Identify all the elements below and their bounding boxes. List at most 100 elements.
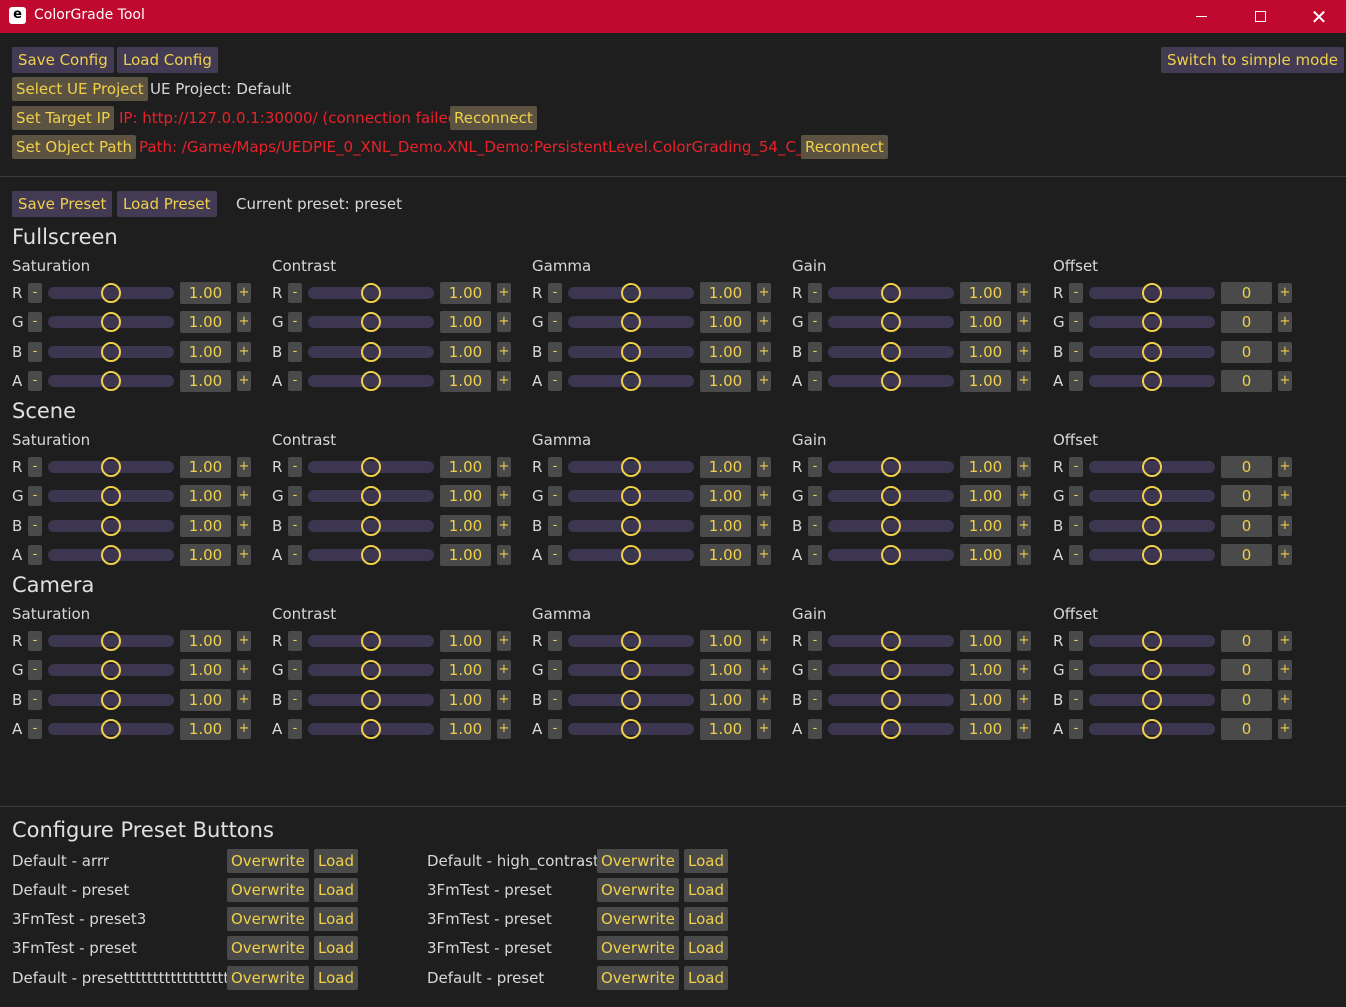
overwrite-preset-button[interactable]: Overwrite bbox=[227, 966, 309, 990]
value-field[interactable]: 1.00 bbox=[440, 717, 491, 740]
value-field[interactable]: 0 bbox=[1221, 630, 1272, 652]
decrement-button[interactable]: - bbox=[28, 312, 42, 333]
slider-handle[interactable] bbox=[101, 370, 121, 391]
value-field[interactable]: 1.00 bbox=[440, 282, 491, 304]
value-field[interactable]: 1.00 bbox=[700, 630, 751, 652]
slider-handle[interactable] bbox=[881, 370, 901, 391]
value-field[interactable]: 0 bbox=[1221, 543, 1272, 566]
slider-handle[interactable] bbox=[881, 689, 901, 710]
decrement-button[interactable]: - bbox=[808, 631, 822, 651]
load-preset-slot-button[interactable]: Load bbox=[684, 936, 728, 960]
value-field[interactable]: 0 bbox=[1221, 456, 1272, 478]
slider-handle[interactable] bbox=[621, 312, 641, 333]
value-field[interactable]: 1.00 bbox=[960, 543, 1011, 566]
value-field[interactable]: 0 bbox=[1221, 282, 1272, 304]
load-preset-slot-button[interactable]: Load bbox=[314, 878, 358, 902]
increment-button[interactable]: + bbox=[1017, 631, 1031, 651]
decrement-button[interactable]: - bbox=[1069, 283, 1083, 303]
slider-handle[interactable] bbox=[101, 718, 121, 739]
increment-button[interactable]: + bbox=[497, 457, 511, 477]
slider-handle[interactable] bbox=[1142, 283, 1162, 303]
slider-handle[interactable] bbox=[1142, 660, 1162, 681]
increment-button[interactable]: + bbox=[757, 631, 771, 651]
slider-handle[interactable] bbox=[361, 370, 381, 391]
minimize-button[interactable] bbox=[1178, 0, 1224, 33]
decrement-button[interactable]: - bbox=[808, 689, 822, 710]
decrement-button[interactable]: - bbox=[288, 515, 302, 536]
increment-button[interactable]: + bbox=[757, 689, 771, 710]
value-field[interactable]: 1.00 bbox=[960, 311, 1011, 334]
slider-handle[interactable] bbox=[621, 486, 641, 507]
value-field[interactable]: 1.00 bbox=[440, 688, 491, 711]
increment-button[interactable]: + bbox=[757, 312, 771, 333]
value-field[interactable]: 1.00 bbox=[960, 456, 1011, 478]
value-field[interactable]: 1.00 bbox=[440, 456, 491, 478]
increment-button[interactable]: + bbox=[237, 341, 251, 362]
decrement-button[interactable]: - bbox=[1069, 486, 1083, 507]
value-field[interactable]: 1.00 bbox=[960, 369, 1011, 392]
decrement-button[interactable]: - bbox=[1069, 689, 1083, 710]
decrement-button[interactable]: - bbox=[288, 283, 302, 303]
slider-handle[interactable] bbox=[361, 312, 381, 333]
value-field[interactable]: 1.00 bbox=[960, 717, 1011, 740]
slider-handle[interactable] bbox=[361, 341, 381, 362]
slider-handle[interactable] bbox=[1142, 544, 1162, 565]
decrement-button[interactable]: - bbox=[1069, 515, 1083, 536]
value-field[interactable]: 1.00 bbox=[700, 456, 751, 478]
increment-button[interactable]: + bbox=[757, 457, 771, 477]
increment-button[interactable]: + bbox=[237, 660, 251, 681]
increment-button[interactable]: + bbox=[1278, 486, 1292, 507]
decrement-button[interactable]: - bbox=[288, 312, 302, 333]
value-field[interactable]: 1.00 bbox=[700, 659, 751, 682]
decrement-button[interactable]: - bbox=[548, 486, 562, 507]
decrement-button[interactable]: - bbox=[548, 457, 562, 477]
decrement-button[interactable]: - bbox=[1069, 660, 1083, 681]
overwrite-preset-button[interactable]: Overwrite bbox=[597, 936, 679, 960]
decrement-button[interactable]: - bbox=[1069, 718, 1083, 739]
value-field[interactable]: 0 bbox=[1221, 485, 1272, 508]
decrement-button[interactable]: - bbox=[28, 283, 42, 303]
decrement-button[interactable]: - bbox=[28, 457, 42, 477]
slider-handle[interactable] bbox=[101, 283, 121, 303]
slider-handle[interactable] bbox=[1142, 631, 1162, 651]
value-field[interactable]: 1.00 bbox=[180, 688, 231, 711]
decrement-button[interactable]: - bbox=[548, 283, 562, 303]
increment-button[interactable]: + bbox=[1017, 341, 1031, 362]
increment-button[interactable]: + bbox=[497, 486, 511, 507]
value-field[interactable]: 1.00 bbox=[180, 369, 231, 392]
value-field[interactable]: 1.00 bbox=[440, 369, 491, 392]
increment-button[interactable]: + bbox=[497, 689, 511, 710]
decrement-button[interactable]: - bbox=[28, 660, 42, 681]
slider-handle[interactable] bbox=[1142, 370, 1162, 391]
increment-button[interactable]: + bbox=[1278, 631, 1292, 651]
slider-handle[interactable] bbox=[101, 486, 121, 507]
slider-handle[interactable] bbox=[621, 341, 641, 362]
slider-handle[interactable] bbox=[101, 312, 121, 333]
value-field[interactable]: 1.00 bbox=[700, 282, 751, 304]
slider-handle[interactable] bbox=[1142, 689, 1162, 710]
decrement-button[interactable]: - bbox=[288, 689, 302, 710]
slider-handle[interactable] bbox=[1142, 457, 1162, 477]
increment-button[interactable]: + bbox=[757, 370, 771, 391]
slider-handle[interactable] bbox=[1142, 486, 1162, 507]
decrement-button[interactable]: - bbox=[808, 457, 822, 477]
value-field[interactable]: 1.00 bbox=[700, 717, 751, 740]
increment-button[interactable]: + bbox=[1017, 689, 1031, 710]
increment-button[interactable]: + bbox=[1278, 457, 1292, 477]
increment-button[interactable]: + bbox=[237, 457, 251, 477]
decrement-button[interactable]: - bbox=[28, 631, 42, 651]
slider-handle[interactable] bbox=[881, 718, 901, 739]
increment-button[interactable]: + bbox=[1278, 341, 1292, 362]
decrement-button[interactable]: - bbox=[28, 341, 42, 362]
load-preset-slot-button[interactable]: Load bbox=[314, 966, 358, 990]
slider-handle[interactable] bbox=[101, 689, 121, 710]
increment-button[interactable]: + bbox=[237, 312, 251, 333]
decrement-button[interactable]: - bbox=[548, 689, 562, 710]
decrement-button[interactable]: - bbox=[548, 341, 562, 362]
increment-button[interactable]: + bbox=[497, 515, 511, 536]
load-preset-slot-button[interactable]: Load bbox=[684, 849, 728, 873]
increment-button[interactable]: + bbox=[1017, 312, 1031, 333]
increment-button[interactable]: + bbox=[757, 283, 771, 303]
decrement-button[interactable]: - bbox=[288, 341, 302, 362]
value-field[interactable]: 1.00 bbox=[700, 340, 751, 363]
